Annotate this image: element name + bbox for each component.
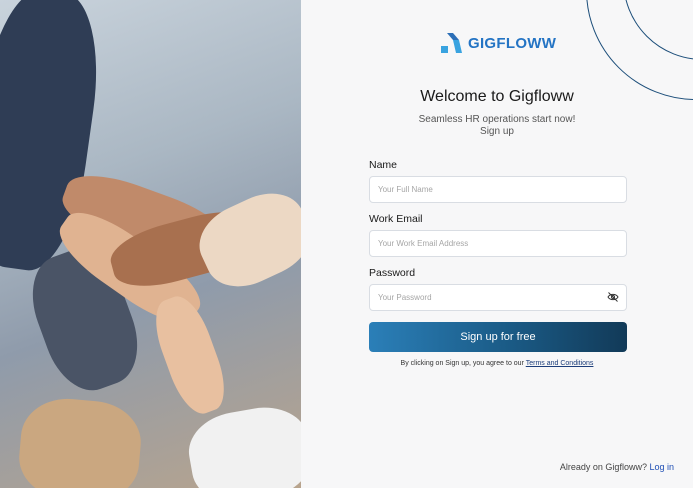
- logo-text: GIGFLOWW: [468, 34, 557, 52]
- page-subtitle: Seamless HR operations start now! Sign u…: [301, 114, 693, 138]
- subtitle-line: Seamless HR operations start now!: [418, 114, 576, 125]
- name-label: Name: [369, 159, 398, 171]
- page-title: Welcome to Gigfloww: [420, 88, 574, 105]
- logo-mark-icon: [441, 33, 462, 53]
- password-label: Password: [369, 267, 416, 279]
- signup-button[interactable]: Sign up for free: [369, 322, 627, 352]
- login-prompt: Already on Gigfloww? Log in: [560, 462, 674, 472]
- password-input[interactable]: [369, 284, 627, 311]
- signup-panel: GIGFLOWW Welcome to Gigfloww Seamless HR…: [301, 0, 693, 488]
- email-label: Work Email: [369, 213, 423, 225]
- terms-text: By clicking on Sign up, you agree to our: [400, 360, 524, 367]
- hero-image: [0, 0, 301, 488]
- terms-link[interactable]: Terms and Conditions: [526, 360, 594, 367]
- login-link[interactable]: Log in: [649, 462, 674, 472]
- hero-photo-sleeve-white: [188, 180, 301, 300]
- hero-photo-table: [15, 394, 145, 488]
- email-input[interactable]: [369, 230, 627, 257]
- login-prompt-text: Already on Gigfloww?: [559, 462, 647, 472]
- hero-photo-arm: [145, 290, 235, 420]
- subtitle-line: Sign up: [480, 126, 514, 137]
- terms-notice: By clicking on Sign up, you agree to our…: [301, 360, 693, 367]
- name-input[interactable]: [369, 176, 627, 203]
- brand-logo[interactable]: GIGFLOWW: [440, 33, 556, 53]
- eye-off-icon[interactable]: [607, 292, 619, 302]
